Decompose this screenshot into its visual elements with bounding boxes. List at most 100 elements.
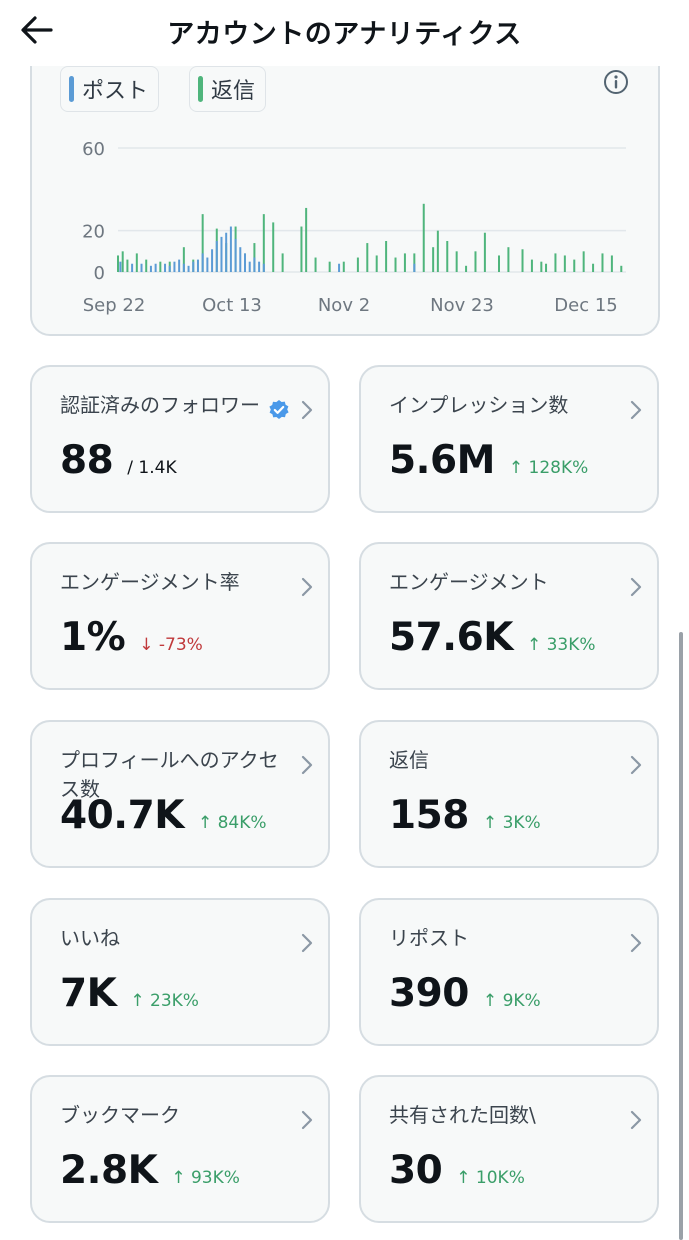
metric-label: エンゲージメント bbox=[389, 570, 549, 594]
metric-card[interactable]: プロフィールへのアクセス数 40.7K ↑ 84K% bbox=[30, 720, 330, 868]
x-tick-label: Nov 23 bbox=[430, 295, 494, 316]
chart-bar bbox=[154, 263, 157, 272]
x-tick-label: Sep 22 bbox=[83, 295, 146, 316]
metric-change: ↑ 9K% bbox=[482, 991, 541, 1011]
chart-bar bbox=[446, 241, 449, 272]
metric-change: ↑ 3K% bbox=[482, 813, 541, 833]
chart-bar bbox=[164, 263, 167, 272]
chart-bar bbox=[601, 253, 604, 272]
metric-label: いいね bbox=[60, 926, 120, 950]
posts-swatch bbox=[69, 76, 74, 102]
chart-bar bbox=[305, 207, 308, 272]
metric-label: 共有された回数\ bbox=[389, 1103, 536, 1127]
metric-value: 1% bbox=[60, 615, 126, 660]
chart-bar bbox=[530, 259, 533, 272]
metric-change: ↑ 10K% bbox=[456, 1168, 525, 1188]
chart-bar bbox=[258, 261, 261, 272]
chevron-right-icon bbox=[630, 400, 642, 420]
scrollbar[interactable] bbox=[679, 632, 683, 1240]
chart-bar bbox=[206, 257, 209, 272]
chart-bar bbox=[248, 261, 251, 272]
chart-bar bbox=[140, 263, 143, 272]
metric-card[interactable]: リポスト 390 ↑ 9K% bbox=[359, 898, 659, 1046]
chart-bar bbox=[262, 214, 265, 272]
chevron-right-icon bbox=[630, 933, 642, 953]
chevron-right-icon bbox=[630, 577, 642, 597]
metric-value: 40.7K bbox=[60, 793, 184, 838]
chart-bar bbox=[300, 226, 303, 272]
metric-change: ↑ 84K% bbox=[197, 813, 267, 833]
legend-posts[interactable]: ポスト bbox=[60, 66, 160, 112]
chevron-right-icon bbox=[301, 1110, 313, 1130]
metric-card[interactable]: ブックマーク 2.8K ↑ 93K% bbox=[30, 1075, 330, 1223]
chevron-right-icon bbox=[301, 577, 313, 597]
y-tick-label: 20 bbox=[82, 222, 105, 243]
chart-bar bbox=[211, 249, 214, 272]
info-icon[interactable] bbox=[602, 68, 630, 96]
chart-bar bbox=[173, 261, 176, 272]
metric-card[interactable]: エンゲージメント率 1% ↓ -73% bbox=[30, 542, 330, 690]
chart-bar bbox=[234, 238, 237, 272]
chevron-right-icon bbox=[301, 933, 313, 953]
chart-bar bbox=[182, 263, 185, 272]
metric-change: ↑ 128K% bbox=[508, 458, 589, 478]
chart-bar bbox=[385, 241, 388, 272]
metric-value: 5.6M bbox=[389, 438, 495, 483]
chart-bar bbox=[573, 259, 576, 272]
chart-bar bbox=[225, 232, 228, 272]
chart-bar bbox=[215, 241, 218, 272]
chart-bar bbox=[366, 243, 369, 272]
chart-bar bbox=[422, 203, 425, 272]
metric-main: 30 ↑ 10K% bbox=[389, 1148, 525, 1193]
metric-label: ブックマーク bbox=[60, 1103, 180, 1127]
metric-value: 30 bbox=[389, 1148, 443, 1193]
chart-bar bbox=[121, 251, 124, 272]
chart-bar bbox=[244, 253, 246, 272]
metric-sub: / 1.4K bbox=[127, 458, 177, 478]
metric-value: 57.6K bbox=[389, 615, 513, 660]
chart-bar bbox=[178, 259, 181, 272]
metric-main: 2.8K ↑ 93K% bbox=[60, 1148, 240, 1193]
x-tick-label: Dec 15 bbox=[554, 295, 617, 316]
chart-bar bbox=[554, 253, 557, 272]
chart-bar bbox=[545, 263, 548, 272]
chart-bar bbox=[196, 259, 199, 272]
chart-bar bbox=[239, 247, 242, 272]
x-tick-label: Nov 2 bbox=[318, 295, 370, 316]
chart-bar bbox=[220, 236, 223, 272]
legend-replies-label: 返信 bbox=[211, 79, 256, 104]
chart-bar bbox=[436, 230, 439, 272]
x-tick-label: Oct 13 bbox=[202, 295, 262, 316]
metric-card[interactable]: インプレッション数 5.6M ↑ 128K% bbox=[359, 365, 659, 513]
metric-label: 返信 bbox=[389, 748, 429, 772]
chevron-right-icon bbox=[630, 1110, 642, 1130]
chart-bar bbox=[126, 259, 129, 272]
metric-main: 1% ↓ -73% bbox=[60, 615, 203, 660]
chart-bar bbox=[483, 232, 486, 272]
metric-change: ↓ -73% bbox=[139, 635, 203, 655]
metric-card[interactable]: 共有された回数\ 30 ↑ 10K% bbox=[359, 1075, 659, 1223]
chart-bar bbox=[201, 253, 204, 272]
metric-change: ↑ 33K% bbox=[526, 635, 596, 655]
chart-bar bbox=[540, 261, 543, 272]
metric-card[interactable]: 返信 158 ↑ 3K% bbox=[359, 720, 659, 868]
chart-legend: ポスト 返信 bbox=[30, 66, 267, 112]
legend-replies[interactable]: 返信 bbox=[189, 66, 267, 112]
chart-bar bbox=[592, 263, 595, 272]
metric-card[interactable]: 認証済みのフォロワー 88 / 1.4K bbox=[30, 365, 330, 513]
chart-bar bbox=[272, 222, 275, 272]
metric-card[interactable]: いいね 7K ↑ 23K% bbox=[30, 898, 330, 1046]
metric-label: エンゲージメント率 bbox=[60, 570, 240, 594]
chevron-right-icon bbox=[301, 400, 313, 420]
chart-bar bbox=[117, 255, 119, 272]
chart-bar bbox=[328, 261, 331, 272]
chart-bar bbox=[507, 247, 510, 272]
metric-change: ↑ 93K% bbox=[171, 1168, 240, 1188]
metric-main: 7K ↑ 23K% bbox=[60, 971, 199, 1016]
metric-card[interactable]: エンゲージメント 57.6K ↑ 33K% bbox=[359, 542, 659, 690]
chart-bar bbox=[394, 257, 397, 272]
chart-bar bbox=[582, 251, 585, 272]
metric-main: 5.6M ↑ 128K% bbox=[389, 438, 588, 483]
metric-change: ↑ 23K% bbox=[130, 991, 199, 1011]
metric-main: 390 ↑ 9K% bbox=[389, 971, 541, 1016]
